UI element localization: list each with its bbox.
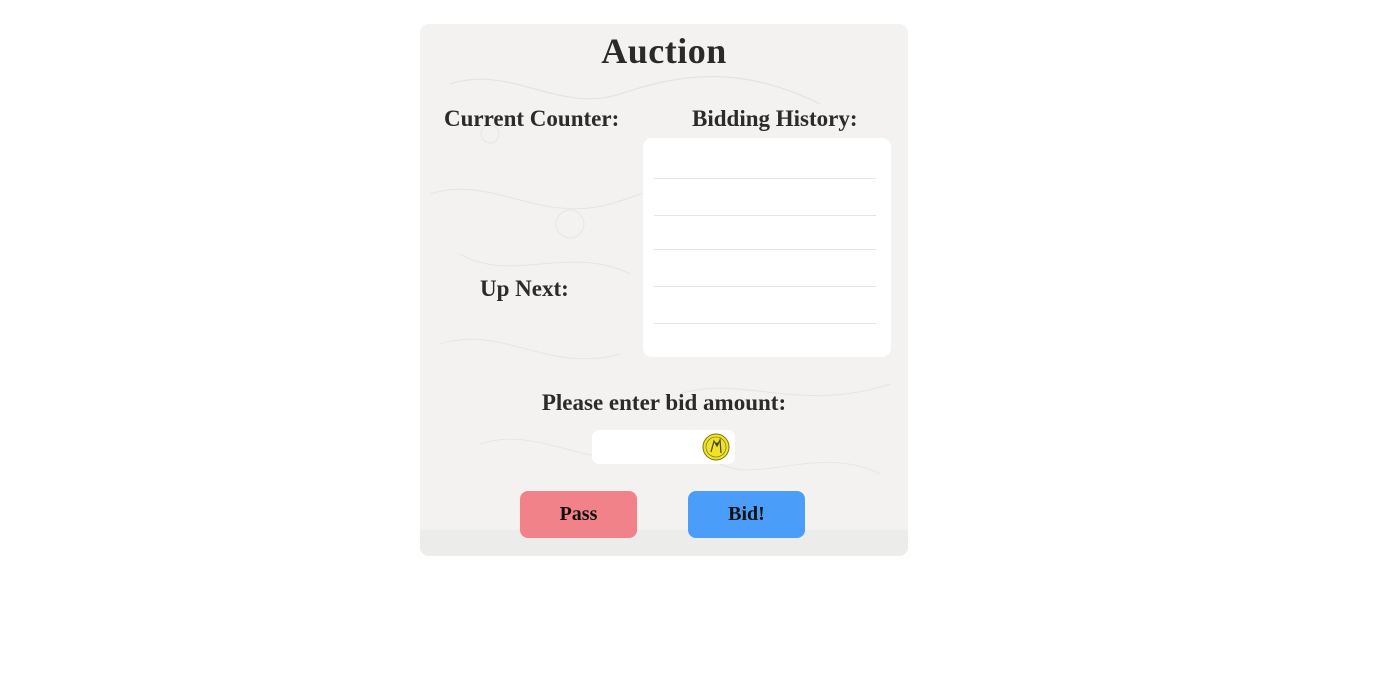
- history-row-divider: [654, 178, 876, 179]
- coin-icon: [702, 433, 730, 461]
- bid-amount-input[interactable]: [598, 434, 702, 462]
- history-row-divider: [654, 323, 876, 324]
- up-next-label: Up Next:: [480, 276, 569, 301]
- history-row-divider: [654, 286, 876, 287]
- bid-prompt: Please enter bid amount:: [541, 390, 787, 415]
- auction-panel: Auction Current Counter: Bidding History…: [420, 24, 908, 556]
- bid-amount-field[interactable]: [592, 430, 735, 464]
- bidding-history-list: [643, 138, 891, 357]
- bidding-history-label: Bidding History:: [692, 106, 858, 131]
- history-row-divider: [654, 215, 876, 216]
- bid-button[interactable]: Bid!: [688, 491, 805, 538]
- page-title: Auction: [601, 31, 727, 71]
- panel-footer: [420, 530, 908, 556]
- pass-button[interactable]: Pass: [520, 491, 637, 538]
- current-counter-label: Current Counter:: [444, 106, 620, 131]
- history-row-divider: [654, 249, 876, 250]
